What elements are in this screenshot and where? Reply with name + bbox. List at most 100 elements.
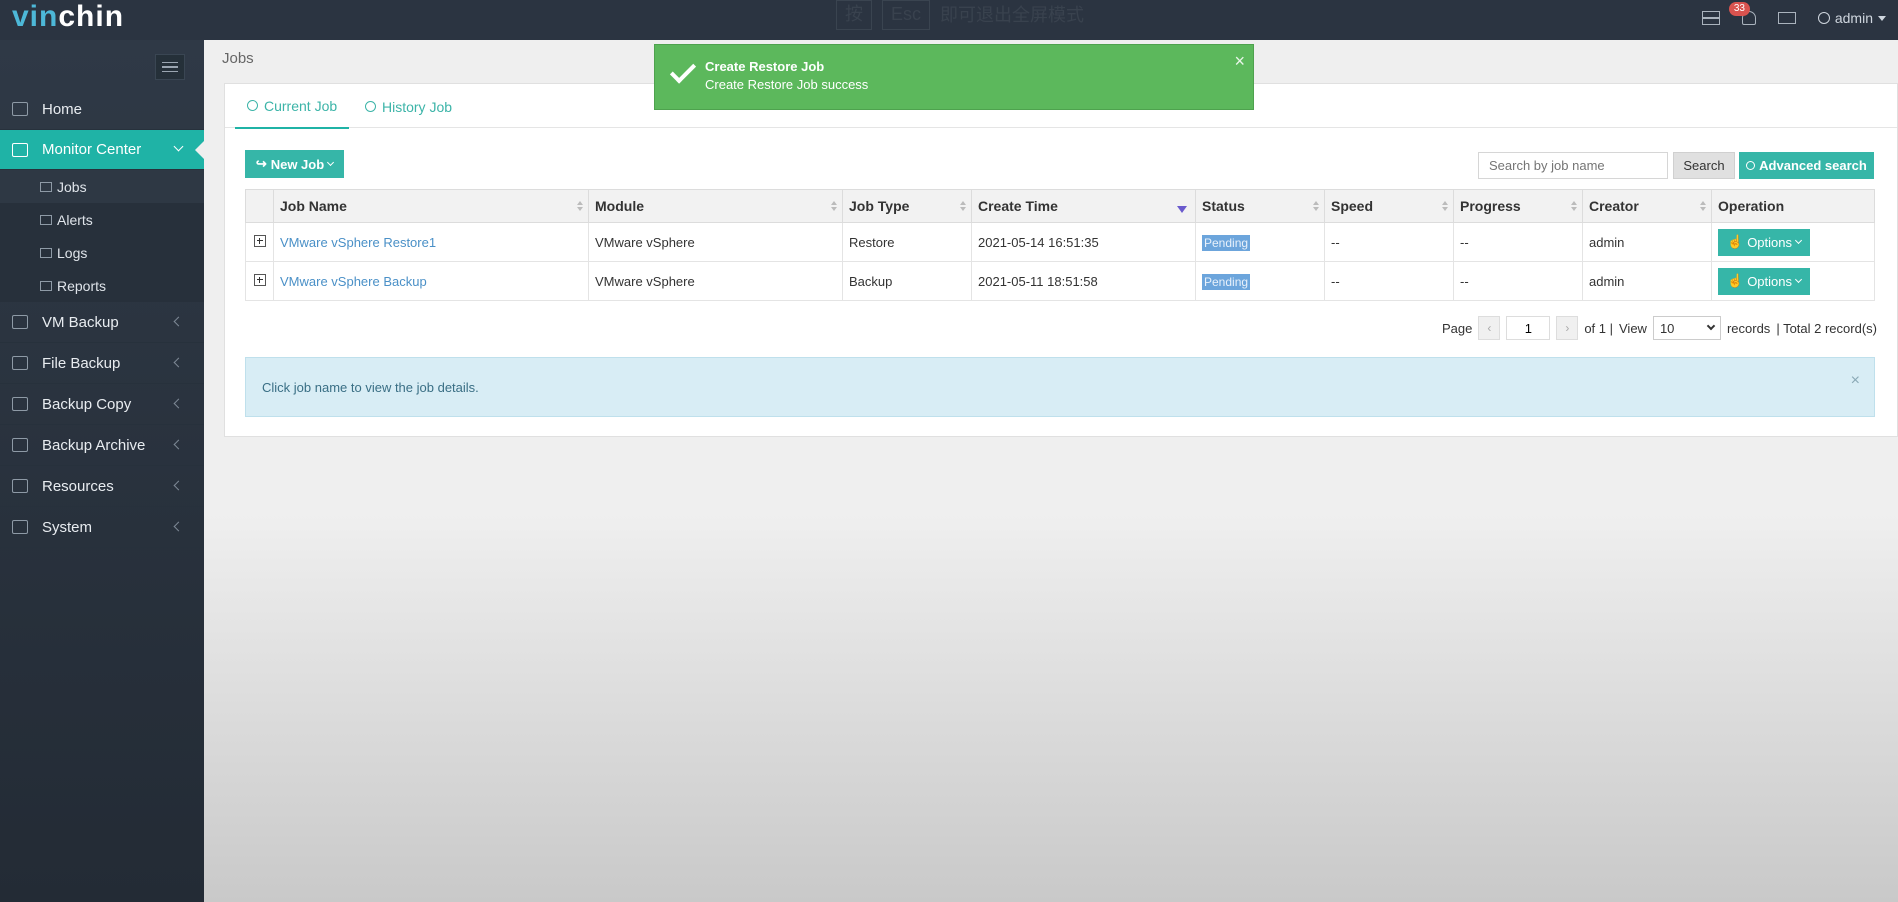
- sidebar-item-backup-copy[interactable]: Backup Copy: [0, 384, 204, 425]
- sort-icon: [1442, 201, 1448, 211]
- chevron-down-icon: [1878, 15, 1886, 21]
- info-alert: Click job name to view the job details. …: [245, 357, 1875, 417]
- new-job-label: New Job: [270, 156, 325, 172]
- status-cell: Pending: [1195, 261, 1325, 301]
- creator-cell: admin: [1582, 222, 1712, 262]
- copy-icon: [12, 397, 28, 411]
- advanced-search-label: Advanced search: [1759, 158, 1867, 173]
- progress-cell: --: [1453, 222, 1583, 262]
- top-bar: vinchin 按 Esc 即可退出全屏模式 33 admin: [0, 0, 1898, 40]
- sidebar-item-home[interactable]: Home: [0, 89, 204, 130]
- user-name: admin: [1834, 10, 1873, 26]
- jobs-panel: Current Job History Job ↪ New Job Search…: [224, 83, 1898, 437]
- view-label: View: [1619, 320, 1647, 336]
- sort-icon: [831, 201, 837, 211]
- page-number-input[interactable]: [1506, 316, 1551, 340]
- sidebar-item-monitor-center[interactable]: Monitor Center: [0, 130, 204, 170]
- screen-icon[interactable]: [1777, 12, 1796, 24]
- column-header-creator[interactable]: Creator: [1582, 189, 1712, 223]
- creator-cell: admin: [1582, 261, 1712, 301]
- log-icon: [40, 247, 52, 258]
- search-input[interactable]: [1478, 152, 1668, 179]
- tab-history-job[interactable]: History Job: [353, 84, 464, 129]
- column-header-job-name[interactable]: Job Name: [273, 189, 589, 223]
- prev-page-button[interactable]: ‹: [1478, 316, 1501, 340]
- sidebar-subitem-label: Reports: [57, 277, 107, 294]
- job-type-cell: Restore: [842, 222, 972, 262]
- info-text: Click job name to view the job details.: [262, 379, 479, 395]
- sidebar-item-vm-backup[interactable]: VM Backup: [0, 302, 204, 343]
- create-time-cell: 2021-05-11 18:51:58: [971, 261, 1196, 301]
- table-row: VMware vSphere Backup VMware vSphere Bac…: [245, 261, 1875, 301]
- notification-bell-icon[interactable]: 33: [1728, 2, 1756, 25]
- options-button[interactable]: ☝ Options: [1718, 228, 1810, 256]
- page-size-select[interactable]: 10: [1652, 316, 1721, 340]
- user-menu[interactable]: admin: [1817, 10, 1886, 26]
- resources-icon: [12, 479, 28, 493]
- main-content: Jobs Current Job History Job ↪ New Job S…: [204, 40, 1898, 902]
- history-icon: [365, 101, 376, 112]
- sidebar-subitem-alerts[interactable]: Alerts: [0, 203, 204, 236]
- sidebar-toggle-button[interactable]: [155, 54, 185, 80]
- sidebar-item-backup-archive[interactable]: Backup Archive: [0, 425, 204, 466]
- archive-icon: [12, 438, 28, 452]
- close-icon[interactable]: ×: [1851, 372, 1860, 390]
- column-header-job-type[interactable]: Job Type: [842, 189, 972, 223]
- operation-cell: ☝ Options: [1711, 222, 1875, 262]
- page-size-value: 10: [1659, 320, 1675, 336]
- expand-cell[interactable]: [245, 222, 274, 262]
- expand-cell[interactable]: [245, 261, 274, 301]
- pagination: Page ‹ › of 1 | View 10 records | Total …: [1442, 316, 1877, 340]
- expand-column-header: [245, 189, 274, 223]
- page-title: Jobs: [222, 50, 254, 67]
- hand-pointer-icon: ☝: [1727, 234, 1744, 249]
- job-name-cell: VMware vSphere Backup: [273, 261, 589, 301]
- page-label: Page: [1441, 320, 1473, 336]
- module-cell: VMware vSphere: [588, 222, 843, 262]
- chevron-down-icon: [1794, 236, 1803, 245]
- sidebar-nav: Home Monitor Center Jobs Alerts Logs Rep…: [0, 89, 204, 548]
- options-button[interactable]: ☝ Options: [1718, 267, 1810, 295]
- column-header-status[interactable]: Status: [1195, 189, 1325, 223]
- status-badge: Pending: [1202, 273, 1251, 290]
- tab-current-job[interactable]: Current Job: [235, 84, 350, 129]
- file-icon: [12, 356, 28, 370]
- job-name-link[interactable]: VMware vSphere Restore1: [280, 235, 436, 250]
- sidebar-subitem-label: Alerts: [57, 211, 93, 228]
- expand-icon[interactable]: [253, 273, 266, 286]
- search-button[interactable]: Search: [1673, 152, 1735, 179]
- sidebar-item-resources[interactable]: Resources: [0, 466, 204, 507]
- close-icon[interactable]: ×: [1234, 51, 1245, 72]
- column-header-progress[interactable]: Progress: [1453, 189, 1583, 223]
- next-page-button[interactable]: ›: [1556, 316, 1579, 340]
- job-name-link[interactable]: VMware vSphere Backup: [280, 274, 427, 289]
- sidebar-item-label: Backup Archive: [42, 436, 146, 454]
- column-header-module[interactable]: Module: [588, 189, 843, 223]
- sidebar-item-system[interactable]: System: [0, 507, 204, 548]
- column-header-operation: Operation: [1711, 189, 1875, 223]
- chevron-down-icon: [1794, 275, 1803, 284]
- chevron-down-icon: [173, 141, 184, 152]
- vinchin-logo[interactable]: vinchin: [12, 0, 124, 36]
- sidebar-subitem-jobs[interactable]: Jobs: [0, 170, 204, 203]
- sidebar-subitem-logs[interactable]: Logs: [0, 236, 204, 269]
- fullscreen-hint: 按 Esc 即可退出全屏模式: [836, 0, 1084, 30]
- fullscreen-hint-key1: 按: [836, 0, 872, 30]
- advanced-search-button[interactable]: Advanced search: [1739, 152, 1874, 179]
- column-header-create-time[interactable]: Create Time: [971, 189, 1196, 223]
- new-job-button[interactable]: ↪ New Job: [245, 150, 344, 178]
- toast-title: Create Restore Job: [705, 59, 825, 74]
- server-icon[interactable]: [1701, 11, 1720, 25]
- options-label: Options: [1747, 234, 1792, 250]
- sidebar-subitem-reports[interactable]: Reports: [0, 269, 204, 302]
- jobs-table: Job Name Module Job Type Create Time Sta…: [245, 189, 1875, 301]
- expand-icon[interactable]: [253, 234, 266, 247]
- column-header-speed[interactable]: Speed: [1324, 189, 1454, 223]
- user-icon: [1817, 12, 1830, 24]
- check-icon: [669, 57, 697, 84]
- sidebar-item-file-backup[interactable]: File Backup: [0, 343, 204, 384]
- chevron-left-icon: [173, 398, 184, 409]
- share-icon: ↪: [255, 156, 267, 171]
- chevron-left-icon: [173, 439, 184, 450]
- chevron-left-icon: [173, 357, 184, 368]
